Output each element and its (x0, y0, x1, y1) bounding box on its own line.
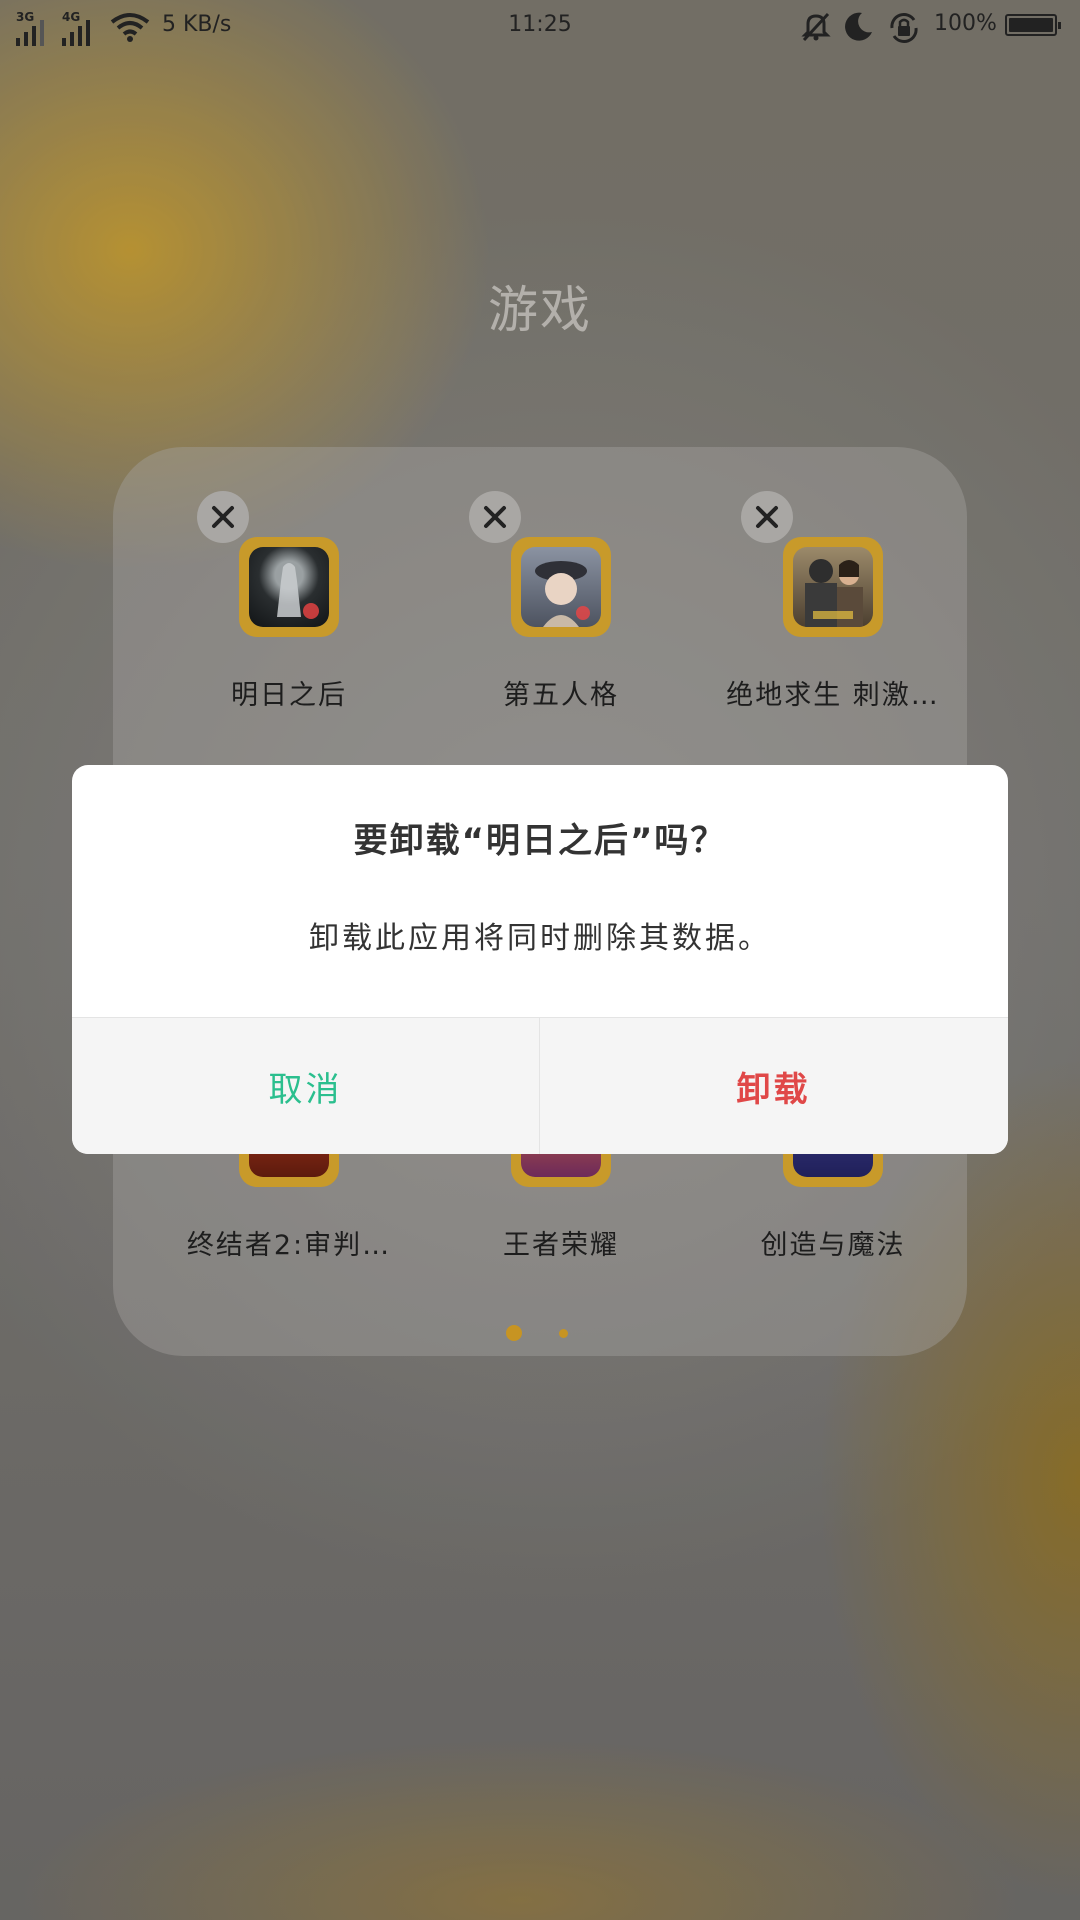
dialog-actions: 取消 卸载 (72, 1017, 1008, 1154)
rotation-lock-icon (890, 13, 918, 43)
moon-icon (845, 12, 872, 41)
battery-icon (1005, 14, 1061, 36)
app-label: 终结者2:审判… (186, 1230, 392, 1261)
battery-percent: 100% (934, 11, 997, 36)
uninstall-button[interactable]: 卸载 (540, 1018, 1007, 1154)
app-label: 王者荣耀 (503, 1230, 619, 1261)
page-dot-active (506, 1325, 522, 1341)
remove-app-button[interactable] (197, 491, 249, 543)
app-icon[interactable] (511, 537, 611, 637)
remove-app-button[interactable] (741, 491, 793, 543)
page-indicator (0, 1322, 1080, 1346)
app-label: 第五人格 (503, 680, 619, 711)
app-label: 绝地求生 刺激… (726, 680, 940, 711)
mute-icon (801, 12, 831, 42)
uninstall-dialog: 要卸载“明日之后”吗？ 卸载此应用将同时删除其数据。 取消 卸载 (72, 765, 1008, 1154)
app-pubg[interactable]: 绝地求生 刺激… (713, 447, 953, 711)
dialog-message: 卸载此应用将同时删除其数据。 (309, 921, 771, 956)
cancel-button[interactable]: 取消 (72, 1018, 539, 1154)
close-icon (484, 506, 506, 528)
page-dot (559, 1329, 568, 1338)
app-icon[interactable] (783, 537, 883, 637)
folder-title[interactable]: 游戏 (0, 270, 1080, 342)
app-label: 明日之后 (231, 680, 347, 711)
app-label: 创造与魔法 (760, 1230, 906, 1261)
close-icon (756, 506, 778, 528)
status-bar: 3G 4G 5 KB/s 11:25 100% (0, 0, 1080, 52)
app-icon[interactable] (239, 537, 339, 637)
close-icon (212, 506, 234, 528)
app-mingrizhihou[interactable]: 明日之后 (169, 447, 409, 711)
remove-app-button[interactable] (469, 491, 521, 543)
app-diwurenge[interactable]: 第五人格 (441, 447, 681, 711)
dialog-title: 要卸载“明日之后”吗？ (353, 821, 727, 861)
